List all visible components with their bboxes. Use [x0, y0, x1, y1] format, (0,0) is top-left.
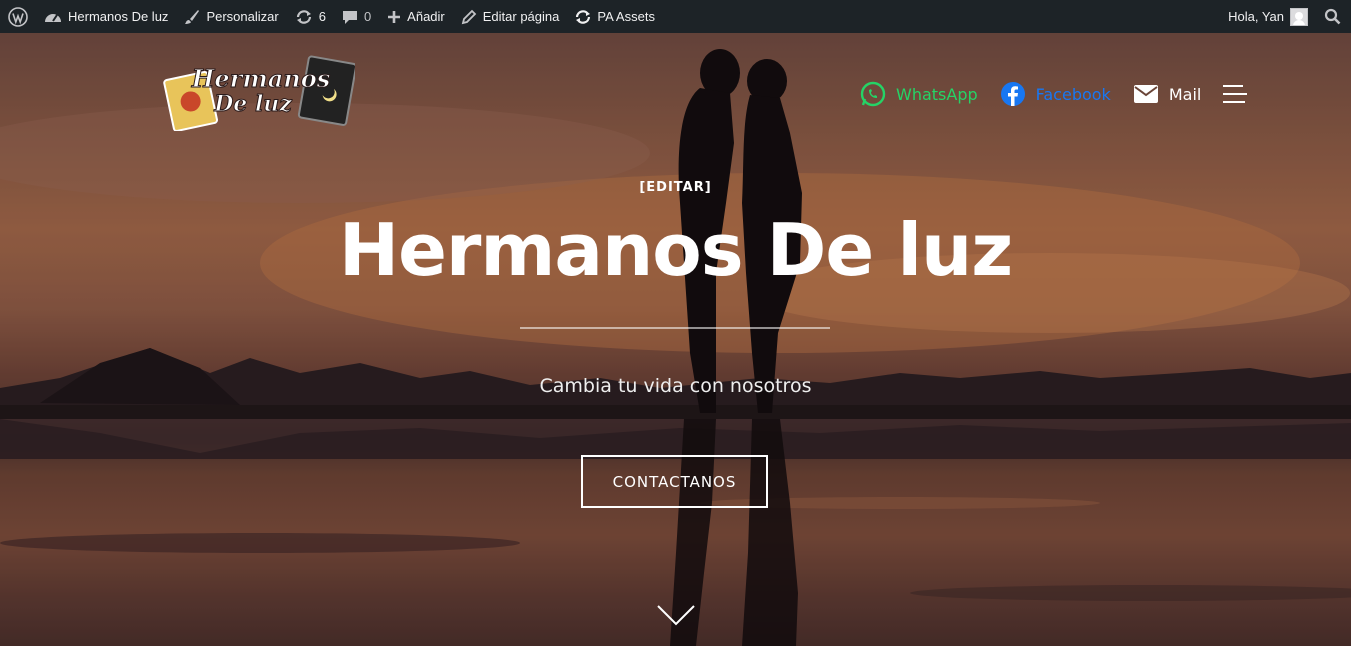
search-icon [1324, 8, 1341, 25]
refresh-icon [296, 9, 311, 24]
edit-page-link[interactable]: Editar página [453, 0, 568, 33]
menu-toggle-button[interactable] [1223, 85, 1248, 103]
menu-line [1223, 93, 1248, 95]
menu-line [1223, 85, 1244, 87]
site-logo[interactable]: Hermanos De luz [163, 53, 355, 131]
pa-assets-link[interactable]: PA Assets [567, 0, 663, 33]
site-name-label: Hermanos De luz [68, 9, 169, 24]
greeting-label: Hola, Yan [1228, 9, 1284, 24]
facebook-icon [1000, 82, 1025, 106]
chevron-down-icon[interactable] [656, 603, 696, 627]
whatsapp-label: WhatsApp [896, 84, 978, 104]
dashboard-icon [45, 13, 61, 22]
edit-page-label: Editar página [482, 9, 560, 24]
customize-link[interactable]: Personalizar [176, 0, 286, 33]
add-new-link[interactable]: Añadir [379, 0, 453, 33]
pencil-icon [461, 9, 477, 24]
mail-icon [1133, 85, 1158, 103]
facebook-link[interactable]: Facebook [1000, 81, 1111, 107]
updates-count: 6 [318, 9, 326, 24]
logo-line1: Hermanos [191, 64, 331, 93]
whatsapp-icon [860, 81, 886, 107]
facebook-label: Facebook [1035, 84, 1111, 104]
plus-icon [388, 10, 401, 23]
admin-search-button[interactable] [1316, 0, 1351, 33]
wordpress-logo-button[interactable] [0, 0, 36, 33]
whatsapp-link[interactable]: WhatsApp [860, 81, 978, 107]
site-name-link[interactable]: Hermanos De luz [36, 0, 176, 33]
hero-section: Hermanos De luz WhatsApp Facebook Mail [… [0, 33, 1351, 646]
header-nav: WhatsApp Facebook Mail [860, 81, 1248, 107]
brush-icon [185, 9, 200, 24]
title-divider [520, 327, 830, 329]
logo-line2: De luz [213, 91, 292, 117]
add-new-label: Añadir [407, 9, 445, 24]
updates-link[interactable]: 6 [287, 0, 334, 33]
my-account-link[interactable]: Hola, Yan [1220, 0, 1316, 33]
avatar [1290, 7, 1308, 26]
edit-section-link[interactable]: [EDITAR] [0, 180, 1351, 195]
comment-icon [342, 10, 357, 24]
wordpress-icon [8, 6, 28, 27]
comments-count: 0 [363, 9, 372, 24]
pa-assets-label: PA Assets [597, 9, 655, 24]
admin-bar: Hermanos De luz Personalizar 6 0 Añadir … [0, 0, 1351, 33]
sync-icon [576, 9, 591, 24]
contact-button[interactable]: CONTACTANOS [581, 455, 768, 508]
menu-line [1223, 101, 1246, 103]
comments-link[interactable]: 0 [334, 0, 379, 33]
customize-label: Personalizar [206, 9, 279, 24]
mail-label: Mail [1168, 84, 1202, 104]
mail-link[interactable]: Mail [1133, 84, 1202, 104]
hero-subtitle: Cambia tu vida con nosotros [539, 375, 812, 397]
hero-title: Hermanos De luz [338, 208, 1013, 292]
